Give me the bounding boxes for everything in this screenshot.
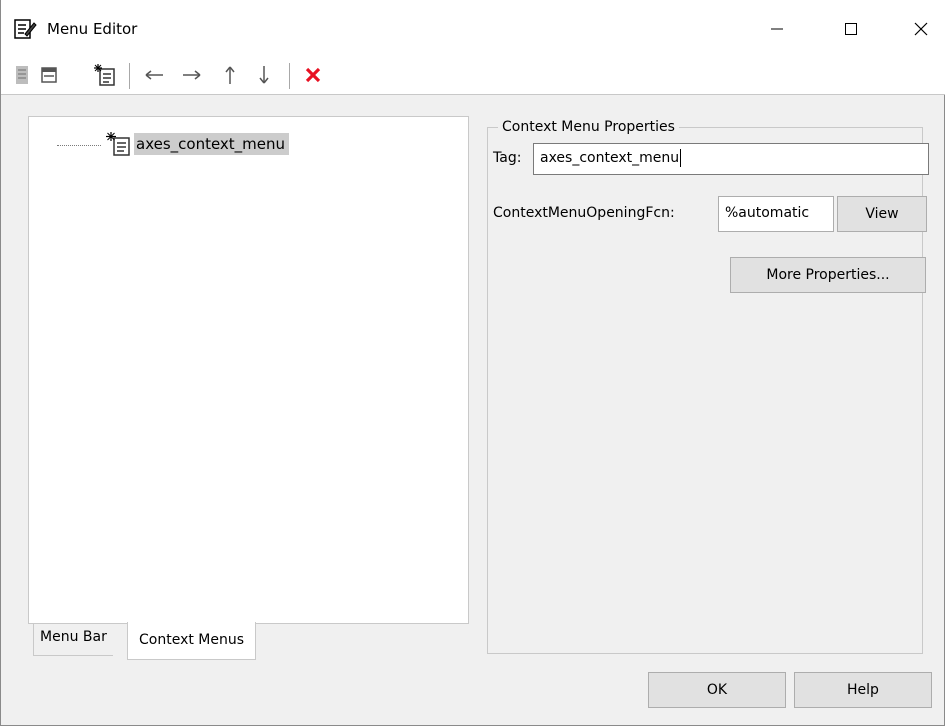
delete-button[interactable] [300, 61, 326, 89]
group-title: Context Menu Properties [498, 119, 679, 135]
toolbar-separator [289, 63, 290, 89]
menu-editor-window: Menu Editor axes_context_menu Menu Bar C… [0, 0, 945, 726]
tag-input-value: axes_context_menu [540, 150, 680, 166]
new-menu-item-icon [41, 67, 57, 83]
new-menu-button[interactable] [9, 61, 35, 89]
arrow-down-icon [259, 66, 269, 84]
ok-button[interactable]: OK [648, 672, 786, 708]
window-title: Menu Editor [47, 20, 138, 38]
menu-tree-panel[interactable]: axes_context_menu [28, 116, 469, 624]
close-button[interactable] [893, 0, 945, 57]
new-context-menu-icon [94, 64, 115, 86]
close-icon [914, 22, 928, 35]
new-menu-icon [16, 66, 28, 84]
new-context-menu-button[interactable] [92, 61, 118, 89]
arrow-left-icon [145, 70, 163, 80]
context-menu-icon [105, 131, 133, 157]
tab-context-menus[interactable]: Context Menus [127, 622, 257, 660]
maximize-button[interactable] [823, 0, 879, 57]
menu-editor-icon [13, 18, 37, 40]
delete-icon [305, 67, 321, 83]
tree-connector [57, 144, 101, 146]
text-caret [680, 149, 682, 167]
view-button[interactable]: View [837, 196, 927, 232]
maximize-icon [845, 22, 857, 35]
minimize-icon [771, 28, 783, 29]
tree-item-axes-context-menu[interactable]: axes_context_menu [57, 131, 290, 157]
move-down-button[interactable] [251, 61, 277, 89]
tag-input[interactable]: axes_context_menu [533, 143, 929, 175]
move-up-button[interactable] [217, 61, 243, 89]
arrow-right-icon [183, 70, 201, 80]
more-properties-button[interactable]: More Properties... [730, 257, 926, 293]
minimize-button[interactable] [749, 0, 805, 57]
help-button[interactable]: Help [794, 672, 932, 708]
new-menu-item-button[interactable] [36, 61, 62, 89]
tag-label: Tag: [493, 150, 522, 166]
toolbar-separator [129, 63, 130, 89]
tab-menu-bar[interactable]: Menu Bar [33, 624, 113, 656]
arrow-up-icon [225, 66, 235, 84]
move-left-button[interactable] [141, 61, 167, 89]
move-right-button[interactable] [179, 61, 205, 89]
title-bar: Menu Editor [1, 0, 945, 57]
context-menu-opening-fcn-input[interactable]: %automatic [718, 196, 834, 232]
context-menu-opening-fcn-label: ContextMenuOpeningFcn: [493, 205, 675, 221]
toolbar [1, 57, 945, 95]
tree-item-label[interactable]: axes_context_menu [134, 133, 290, 155]
